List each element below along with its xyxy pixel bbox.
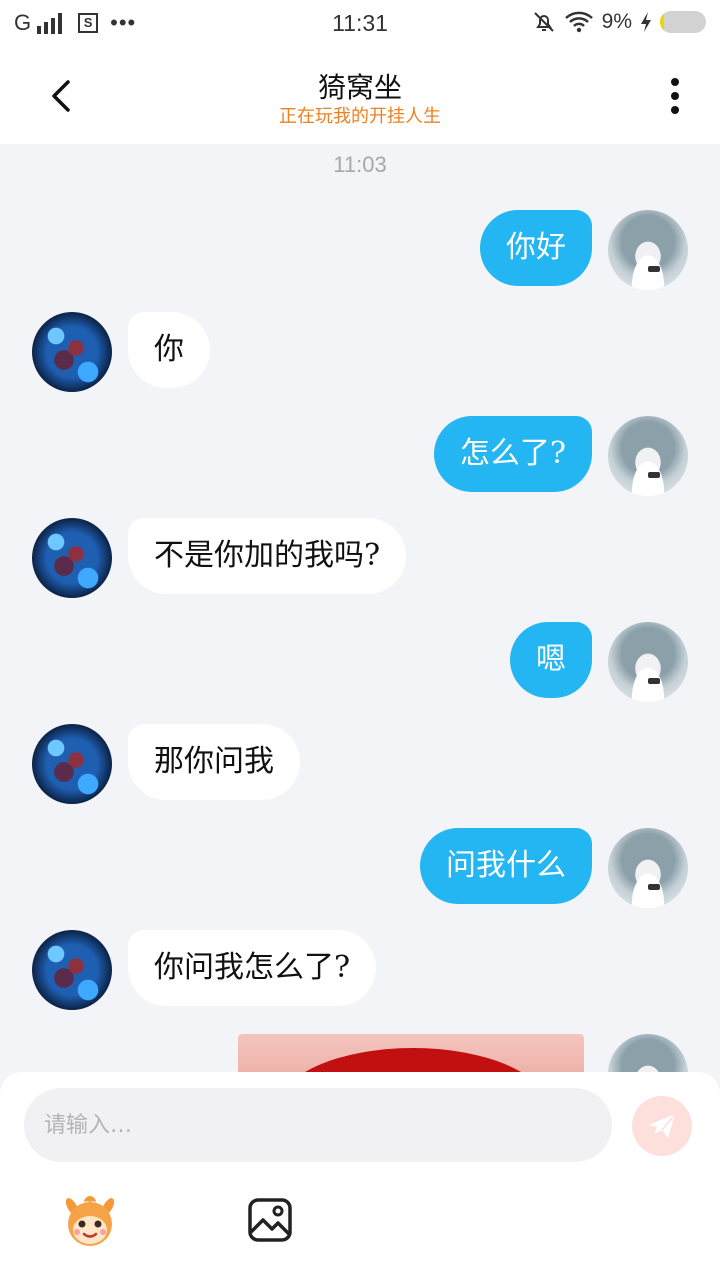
contact-avatar[interactable] [32,312,112,392]
contact-avatar[interactable] [32,724,112,804]
contact-status: 正在玩我的开挂人生 [279,106,441,127]
carrier-label: G [14,10,32,35]
incoming-message[interactable]: 那你问我 [128,724,300,800]
outgoing-message[interactable]: 问我什么 [420,828,592,904]
contact-avatar[interactable] [32,930,112,1010]
contact-name: 猗窝坐 [317,71,402,104]
more-vertical-icon [671,78,679,114]
mute-bell-icon [533,12,554,32]
battery-percent: 9% [601,10,632,33]
wifi-icon [564,11,593,33]
my-avatar[interactable] [608,622,688,702]
chat-header: 猗窝坐 正在玩我的开挂人生 [0,48,720,144]
message-list[interactable]: 11:03 你好 你 怎么了? 不是你加的我吗? 嗯 那你问我 问我什么 你问我… [0,144,720,1080]
s-box-icon: S [78,13,99,33]
my-avatar[interactable] [608,828,688,908]
message-timestamp: 11:03 [333,152,387,177]
incoming-message[interactable]: 你 [128,312,210,388]
send-button[interactable] [632,1096,692,1156]
emoji-button[interactable] [60,1190,120,1250]
my-avatar[interactable] [608,416,688,496]
signal-icon [37,12,63,34]
image-gallery-icon [248,1198,292,1242]
status-right: 9% [532,10,706,34]
status-bar: G S ••• 11:31 9% [0,0,720,48]
emoji-face-icon [65,1196,115,1246]
battery-icon [660,11,706,33]
more-options-button[interactable] [660,74,690,118]
my-avatar[interactable] [608,210,688,290]
outgoing-message[interactable]: 怎么了? [433,416,592,492]
gallery-button[interactable] [246,1196,294,1244]
more-dots-icon: ••• [110,10,137,35]
send-icon [649,1113,676,1138]
message-input[interactable] [24,1088,612,1162]
contact-avatar[interactable] [32,518,112,598]
battery-fill [660,11,665,33]
composer-panel [0,1072,720,1280]
incoming-message[interactable]: 你问我怎么了? [128,930,377,1006]
outgoing-message[interactable]: 嗯 [510,622,592,698]
incoming-message[interactable]: 不是你加的我吗? [128,518,407,594]
outgoing-message[interactable]: 你好 [480,210,592,286]
status-left: G S ••• [14,10,136,36]
charging-icon [641,12,651,32]
